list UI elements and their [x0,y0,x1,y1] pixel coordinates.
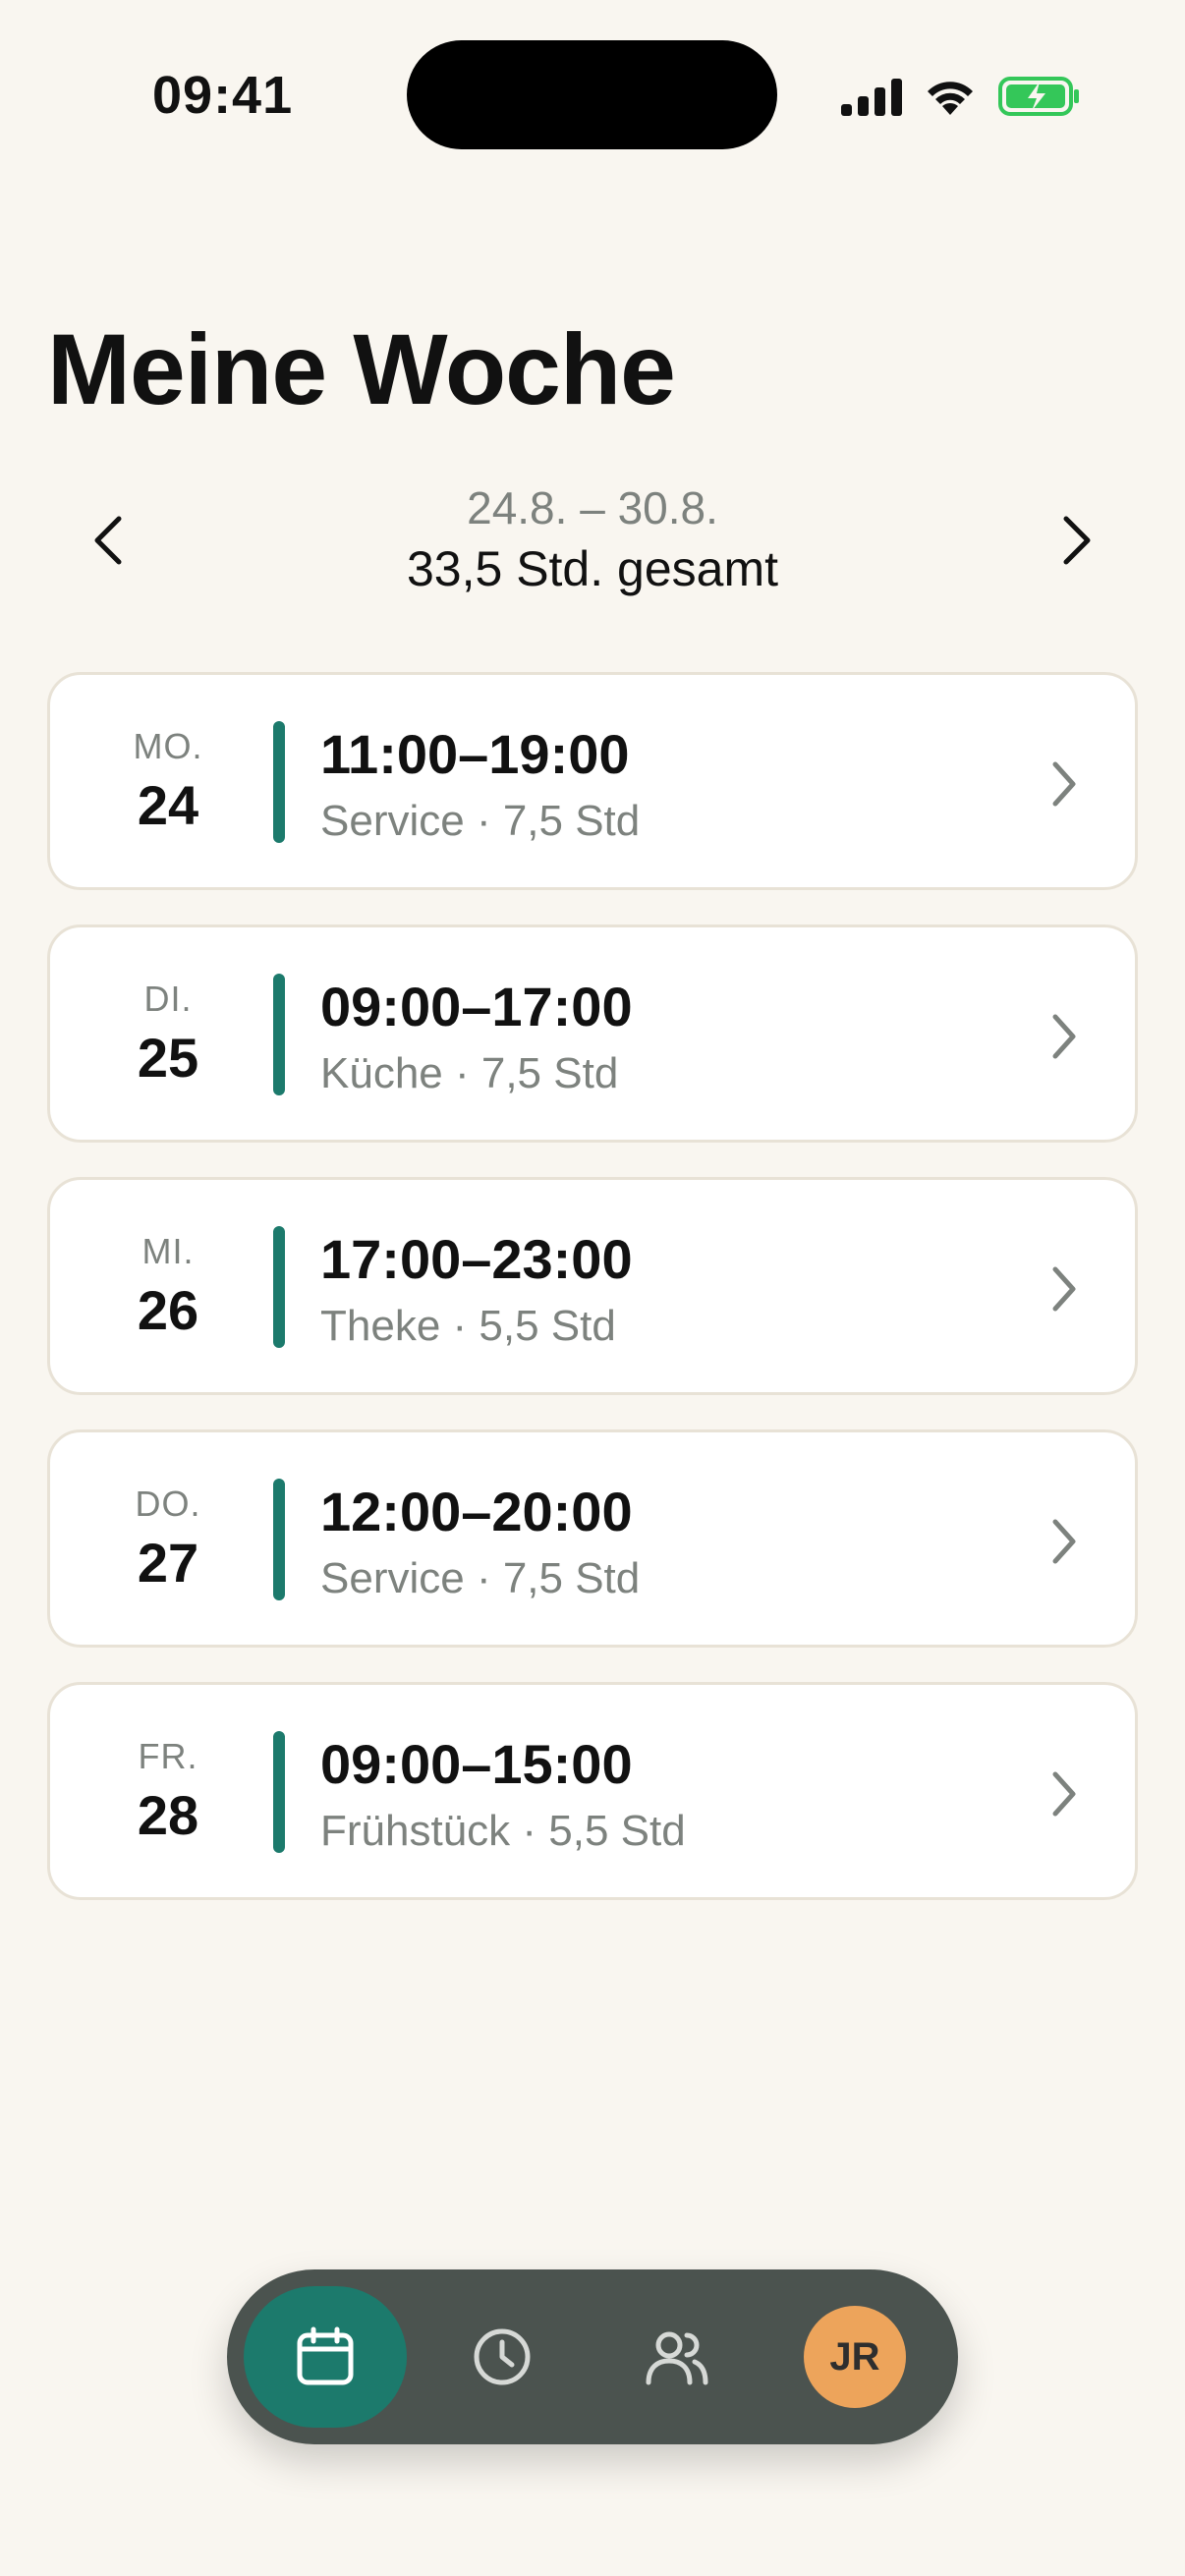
shift-details: Küche · 7,5 Std [320,1049,619,1097]
clock-icon [474,2328,531,2385]
tab-time-tracking[interactable] [421,2286,584,2428]
shift-chevron [1035,1510,1094,1573]
status-icons [841,71,1081,122]
shift-weekday: MI. [141,1231,195,1271]
shift-chevron [1035,1763,1094,1825]
shift-details: Service · 7,5 Std [320,1554,641,1602]
tab-schedule[interactable] [244,2286,407,2428]
shift-card[interactable]: DO. 27 12:00–20:00 Service · 7,5 Std [47,1429,1138,1648]
shift-list: MO. 24 11:00–19:00 Service · 7,5 Std DI.… [47,672,1138,1934]
shift-time: 09:00–15:00 [320,1733,633,1795]
shift-details: Theke · 5,5 Std [320,1302,616,1350]
shift-card[interactable]: DI. 25 09:00–17:00 Küche · 7,5 Std [47,924,1138,1143]
chevron-right-icon [1052,1266,1076,1312]
shift-weekday: FR. [138,1736,198,1776]
shift-day: MO. 24 [50,726,286,837]
shift-day: FR. 28 [50,1736,286,1847]
shift-accent-bar [273,721,285,843]
screen: 09:41 Meine Woche 24.8. – 30.8. 33,5 Std… [0,0,1185,2576]
users-icon [646,2331,708,2385]
week-range: 24.8. – 30.8. [467,482,718,533]
shift-date: 28 [137,1784,199,1846]
dynamic-island [407,40,777,149]
calendar-icon [297,2326,354,2385]
shift-card[interactable]: FR. 28 09:00–15:00 Frühstück · 5,5 Std [47,1682,1138,1900]
avatar: JR [804,2306,906,2408]
next-week-button[interactable] [1038,501,1116,580]
shift-chevron [1035,1258,1094,1320]
week-total-hours: 33,5 Std. gesamt [406,541,778,596]
shift-date: 25 [137,1027,199,1089]
shift-time: 09:00–17:00 [320,976,633,1037]
shift-card[interactable]: MO. 24 11:00–19:00 Service · 7,5 Std [47,672,1138,890]
tab-team[interactable] [595,2286,759,2428]
shift-accent-bar [273,1226,285,1348]
status-bar: 09:41 [0,0,1185,196]
shift-weekday: DO. [135,1484,201,1524]
signal-icon [841,79,902,116]
shift-accent-bar [273,1731,285,1853]
shift-weekday: MO. [133,726,203,766]
shift-date: 26 [137,1279,199,1341]
shift-time: 12:00–20:00 [320,1481,633,1542]
chevron-right-icon [1052,1014,1076,1059]
shift-details: Frühstück · 5,5 Std [320,1807,686,1855]
shift-accent-bar [273,974,285,1095]
shift-time: 17:00–23:00 [320,1228,633,1290]
shift-details: Service · 7,5 Std [320,797,641,845]
chevron-right-icon [1052,761,1076,807]
shift-day: DI. 25 [50,979,286,1090]
status-time: 09:41 [152,66,294,125]
shift-accent-bar [273,1479,285,1600]
chevron-right-icon [1052,1771,1076,1817]
shift-card[interactable]: MI. 26 17:00–23:00 Theke · 5,5 Std [47,1177,1138,1395]
chevron-right-icon [1052,1519,1076,1564]
shift-chevron [1035,1005,1094,1068]
week-navigator: 24.8. – 30.8. 33,5 Std. gesamt [0,462,1185,609]
tab-profile[interactable]: JR [773,2286,936,2428]
shift-day: MI. 26 [50,1231,286,1342]
wifi-icon [928,82,973,115]
shift-weekday: DI. [143,979,193,1019]
shift-time: 11:00–19:00 [320,723,630,785]
tab-bar: JR [227,2269,958,2444]
battery-charging-icon [998,77,1079,116]
shift-day: DO. 27 [50,1484,286,1595]
shift-date: 27 [137,1532,199,1594]
shift-chevron [1035,753,1094,815]
chevron-right-icon [1063,516,1091,565]
page-title: Meine Woche [47,313,676,425]
shift-date: 24 [137,774,199,836]
